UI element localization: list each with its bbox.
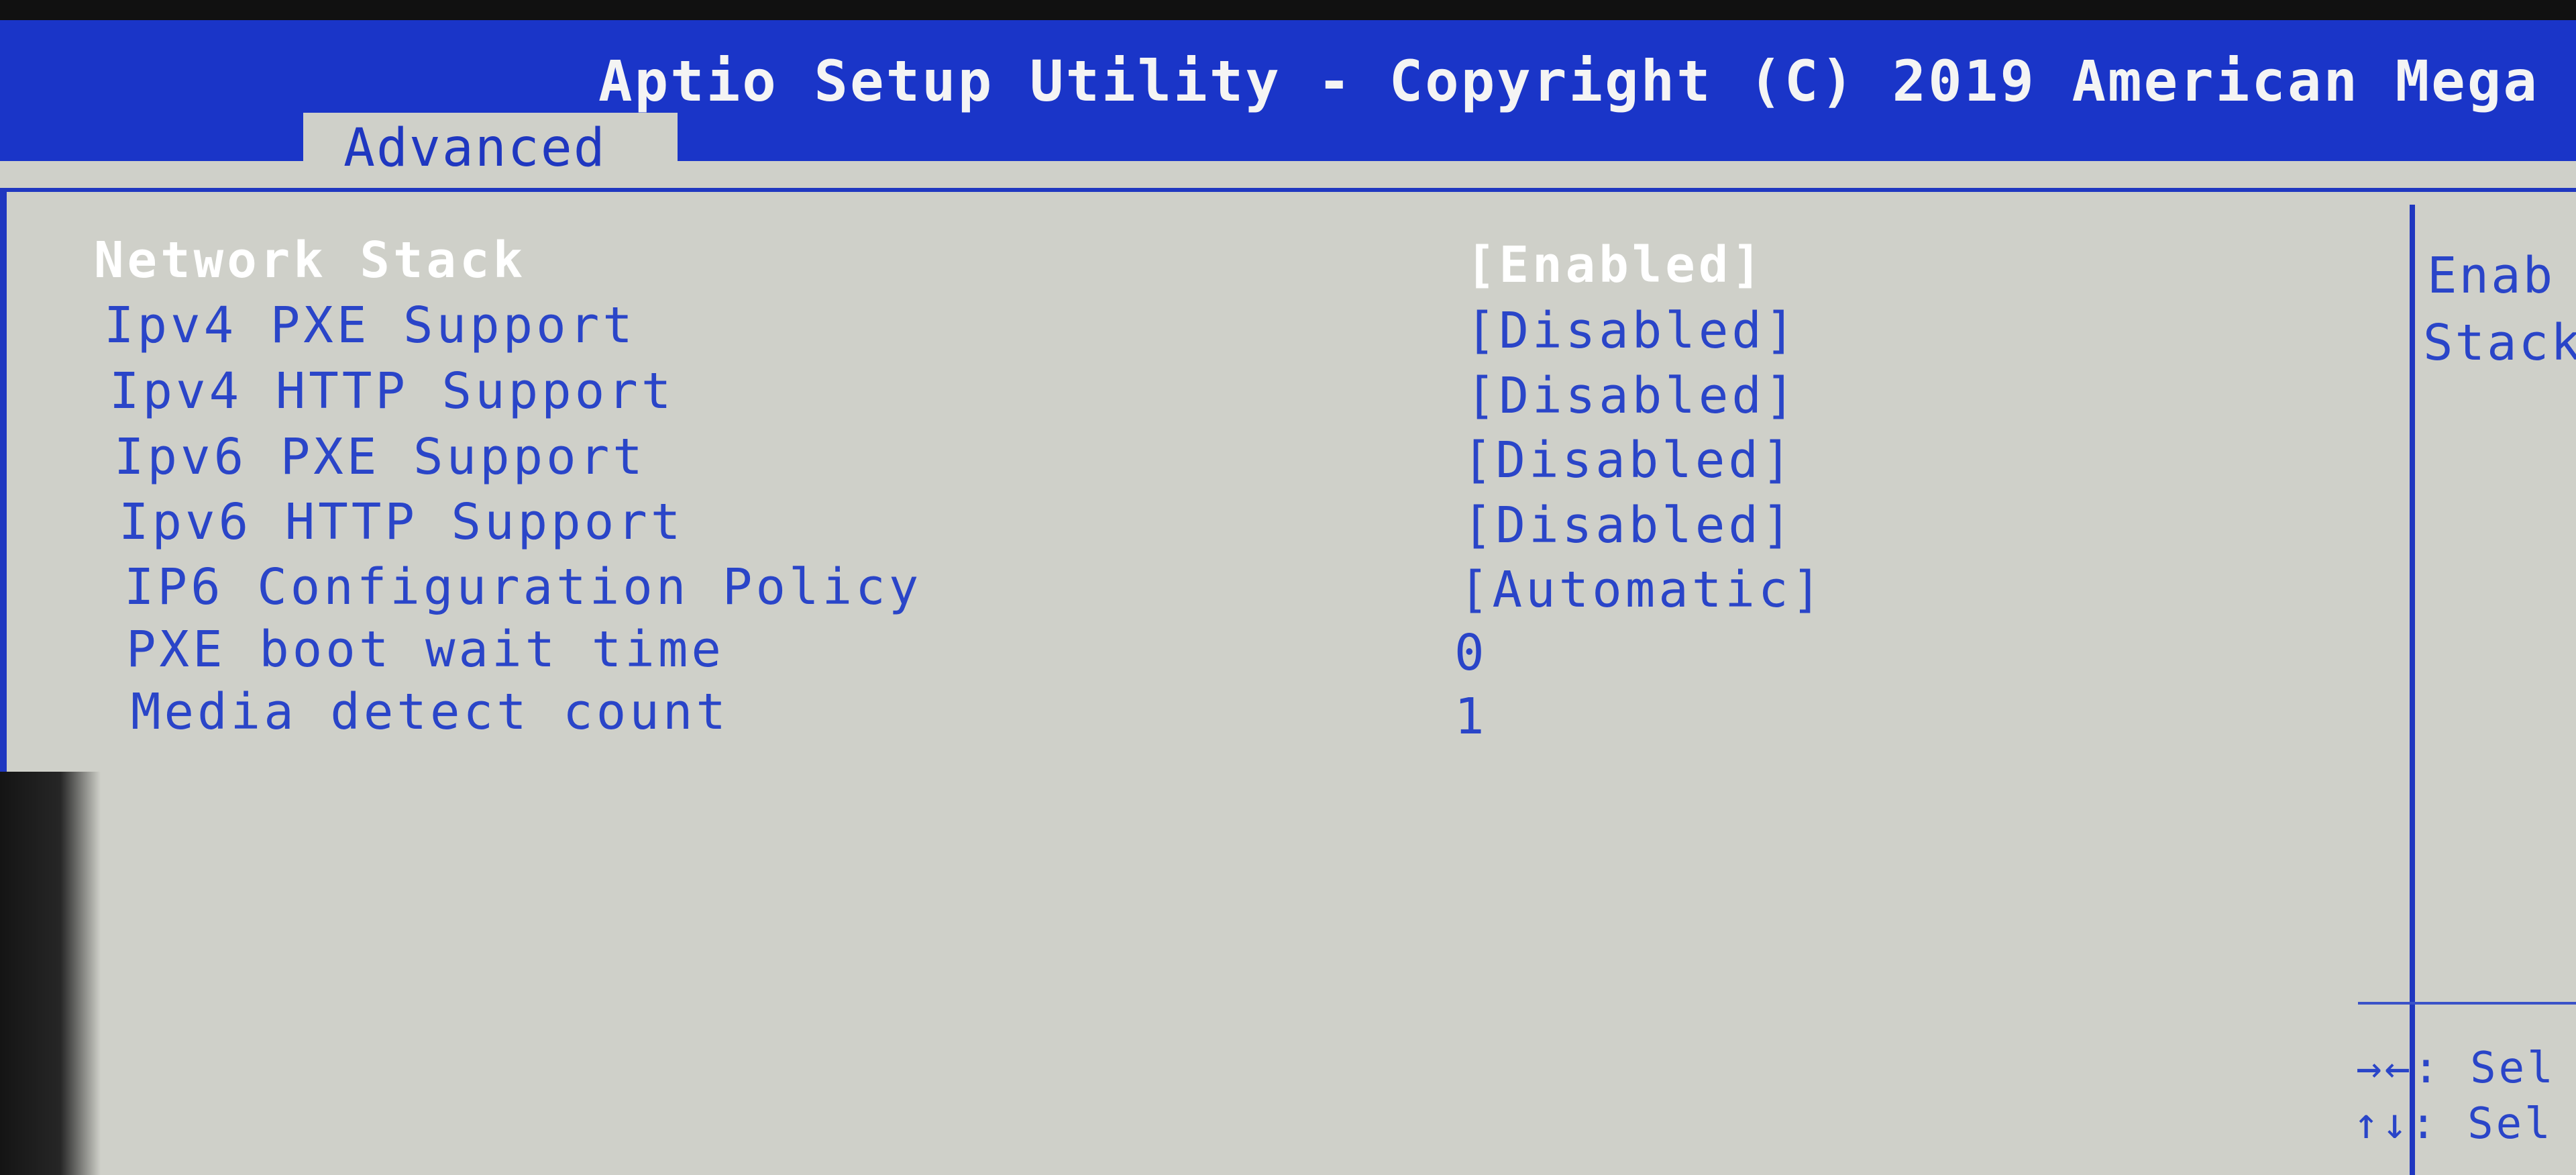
setting-ipv6-pxe-value[interactable]: [Disabled] [1462, 431, 1795, 489]
panel-border-top [0, 188, 2576, 192]
setting-ipv4-pxe-value[interactable]: [Disabled] [1466, 302, 1799, 360]
setting-ip6-config-policy-value[interactable]: [Automatic] [1459, 561, 1825, 619]
key-hint-up-down-text: Sel [2467, 1099, 2553, 1149]
monitor-bezel-top [0, 0, 2576, 20]
monitor-bezel-left [0, 772, 101, 1175]
help-separator [2358, 1002, 2576, 1005]
setting-ipv6-http-value[interactable]: [Disabled] [1462, 497, 1795, 554]
setting-pxe-boot-wait-value[interactable]: 0 [1454, 624, 1488, 682]
arrow-left-right-icon: →←: [2356, 1043, 2471, 1093]
key-hint-left-right-text: Sel [2470, 1043, 2556, 1093]
setting-ipv6-pxe-label[interactable]: Ipv6 PXE Support [114, 428, 646, 486]
help-text-line-2: Stack [2423, 314, 2576, 372]
setting-ip6-config-policy-label[interactable]: IP6 Configuration Policy [124, 558, 922, 616]
setting-ipv4-http-label[interactable]: Ipv4 HTTP Support [109, 362, 674, 420]
setting-media-detect-label[interactable]: Media detect count [131, 683, 729, 741]
setting-ipv4-pxe-label[interactable]: Ipv4 PXE Support [104, 297, 636, 354]
utility-title: Aptio Setup Utility - Copyright (C) 2019… [598, 48, 2539, 114]
setting-ipv4-http-value[interactable]: [Disabled] [1466, 367, 1799, 425]
setting-ipv6-http-label[interactable]: Ipv6 HTTP Support [119, 493, 684, 551]
bios-screen: Aptio Setup Utility - Copyright (C) 2019… [0, 0, 2576, 1175]
tab-advanced-label: Advanced [343, 118, 606, 178]
key-hint-up-down: ↑↓: Sel [2353, 1099, 2553, 1149]
arrow-up-down-icon: ↑↓: [2353, 1099, 2468, 1149]
tab-advanced[interactable]: Advanced [303, 113, 678, 181]
setting-media-detect-value[interactable]: 1 [1454, 688, 1488, 746]
help-divider [2410, 205, 2415, 1175]
help-text-line-1: Enab [2427, 247, 2555, 305]
setting-pxe-boot-wait-label[interactable]: PXE boot wait time [126, 621, 724, 678]
setting-network-stack-value[interactable]: [Enabled] [1466, 236, 1765, 294]
setting-network-stack-label[interactable]: Network Stack [94, 232, 526, 289]
key-hint-left-right: →←: Sel [2356, 1043, 2556, 1093]
header-bar: Aptio Setup Utility - Copyright (C) 2019… [0, 20, 2576, 181]
